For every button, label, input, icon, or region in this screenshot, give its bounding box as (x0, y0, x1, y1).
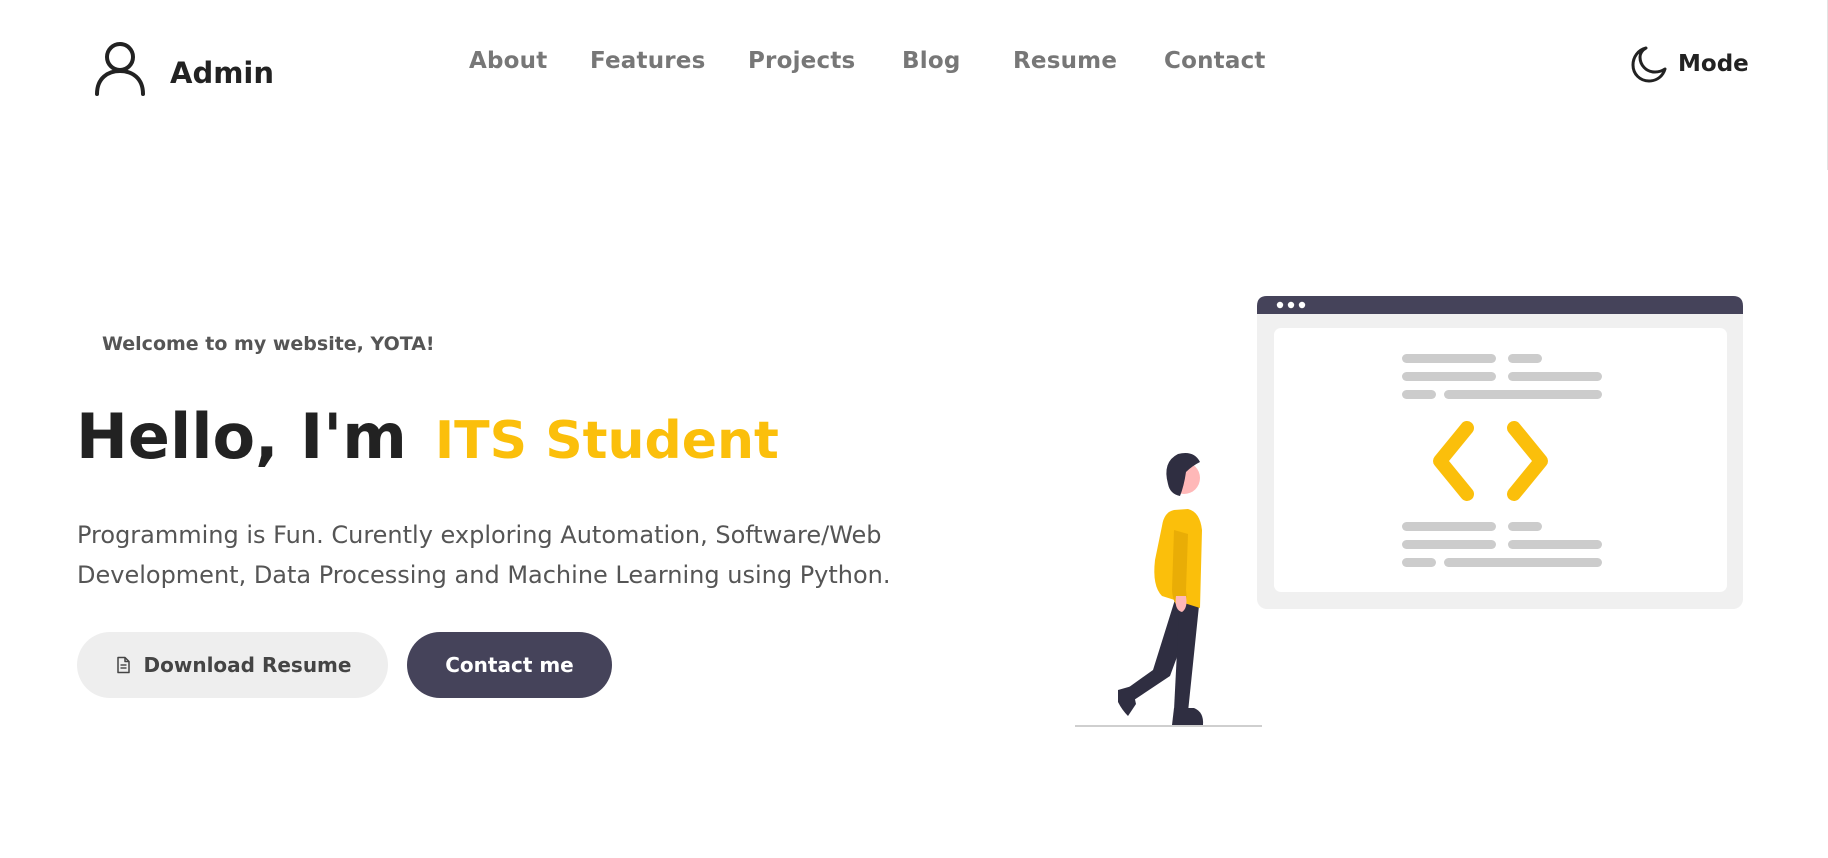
brand-name: Admin (170, 56, 275, 90)
hero-title: Hello, I'm ITS Student (76, 400, 779, 473)
nav-resume[interactable]: Resume (1013, 48, 1117, 74)
code-window (1257, 296, 1743, 609)
moon-icon (1631, 46, 1667, 83)
document-icon (116, 656, 130, 674)
contact-me-button[interactable]: Contact me (407, 632, 612, 698)
walking-person (1075, 453, 1262, 727)
mode-toggle[interactable]: Mode (1628, 44, 1749, 84)
download-resume-label: Download Resume (143, 653, 352, 677)
hero-illustration (1075, 296, 1743, 727)
nav-contact[interactable]: Contact (1164, 48, 1265, 74)
user-icon (95, 42, 145, 96)
brand-link[interactable]: Admin (92, 38, 274, 98)
nav-features[interactable]: Features (590, 48, 705, 74)
main-nav: About Features Projects Blog Resume Cont… (469, 48, 1265, 74)
hero-description: Programming is Fun. Curently exploring A… (77, 521, 891, 589)
mode-label: Mode (1678, 51, 1749, 77)
hero-greeting: Hello, I'm (76, 400, 407, 473)
site-header: Admin About Features Projects Blog Resum… (0, 0, 1828, 130)
nav-blog[interactable]: Blog (902, 48, 960, 74)
nav-projects[interactable]: Projects (748, 48, 855, 74)
page: Admin About Features Projects Blog Resum… (0, 0, 1828, 858)
welcome-text: Welcome to my website, YOTA! (102, 333, 435, 355)
nav-about[interactable]: About (469, 48, 547, 74)
download-resume-button[interactable]: Download Resume (77, 632, 388, 698)
contact-me-label: Contact me (445, 653, 574, 677)
hero-highlight: ITS Student (434, 411, 779, 471)
